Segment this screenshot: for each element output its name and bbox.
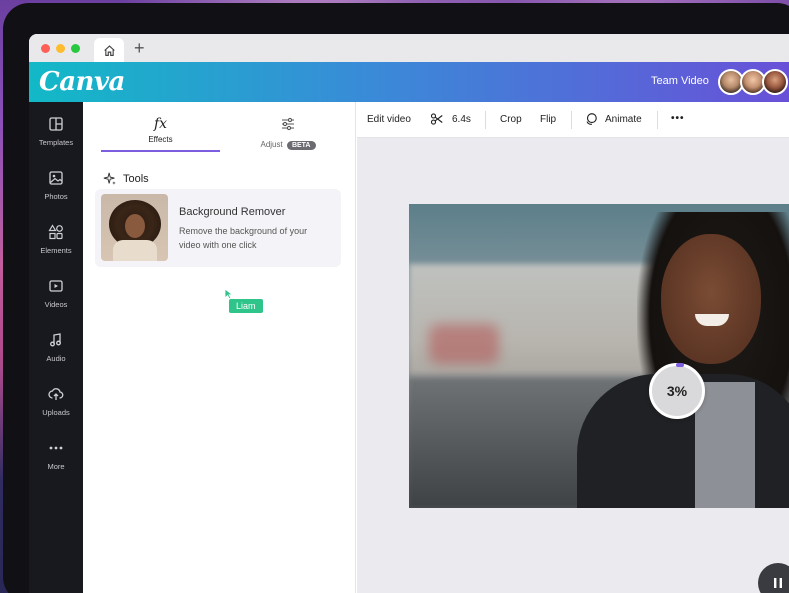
pause-icon xyxy=(774,578,782,588)
animate-icon xyxy=(586,113,597,125)
beta-badge: BETA xyxy=(286,141,316,150)
tool-name: Background Remover xyxy=(179,206,286,218)
audio-icon xyxy=(50,333,61,347)
thumbnail-shirt xyxy=(113,240,157,261)
pause-button[interactable] xyxy=(758,563,789,593)
close-window-button[interactable] xyxy=(41,43,50,53)
sidebar-item-photos[interactable]: Photos xyxy=(29,170,83,220)
video-subject-shirt xyxy=(695,382,755,508)
sidebar-item-uploads[interactable]: Uploads xyxy=(29,386,83,436)
minimize-window-button[interactable] xyxy=(56,43,65,53)
tab-label: Adjust xyxy=(260,140,283,149)
tab-label: Effects xyxy=(148,135,173,144)
animate-icon-button[interactable] xyxy=(584,112,598,129)
sparkle-icon xyxy=(103,172,116,185)
progress-arc xyxy=(676,363,684,367)
toolbar-divider xyxy=(485,111,486,129)
left-sidebar: Templates Photos Elements Videos Audio U… xyxy=(29,102,83,593)
project-title[interactable]: Team Video xyxy=(651,75,709,87)
toolbar-divider xyxy=(657,111,658,129)
tools-section-title: Tools xyxy=(103,172,149,186)
videos-icon xyxy=(49,280,63,292)
tab-effects[interactable]: fx Effects xyxy=(101,116,220,144)
browser-titlebar: + xyxy=(29,34,789,62)
new-tab-button[interactable]: + xyxy=(134,39,145,57)
toolbar-divider xyxy=(571,111,572,129)
tool-description: Remove the background of your video with… xyxy=(179,226,308,250)
sidebar-item-label: Templates xyxy=(38,138,74,147)
edit-video-button[interactable]: Edit video xyxy=(367,114,411,125)
sliders-icon xyxy=(282,117,294,131)
video-preview[interactable] xyxy=(409,204,789,508)
tab-adjust[interactable]: Adjust BETA xyxy=(233,116,343,150)
editor-toolbar: Edit video 6.4s Crop Flip Animate ••• xyxy=(357,102,789,138)
collaborator-cursor-tag: Liam xyxy=(228,298,264,314)
progress-percent: 3% xyxy=(666,383,688,399)
section-label: Tools xyxy=(123,173,149,185)
sidebar-item-elements[interactable]: Elements xyxy=(29,224,83,274)
thumbnail-face xyxy=(125,214,145,238)
maximize-window-button[interactable] xyxy=(71,43,80,53)
sidebar-item-label: Videos xyxy=(44,300,68,309)
more-icon xyxy=(49,446,63,450)
sidebar-item-label: Uploads xyxy=(42,408,70,417)
video-subject-face xyxy=(661,234,761,364)
photos-icon xyxy=(49,171,63,185)
sidebar-item-label: More xyxy=(47,462,65,471)
crop-button[interactable]: Crop xyxy=(500,114,522,125)
processing-progress-indicator: 3% xyxy=(649,363,705,419)
flip-button[interactable]: Flip xyxy=(540,114,556,125)
sidebar-item-label: Elements xyxy=(40,246,72,255)
sidebar-item-label: Photos xyxy=(44,192,68,201)
fx-icon: fx xyxy=(153,116,168,132)
canva-header: Canva Team Video xyxy=(29,62,789,102)
sidebar-item-videos[interactable]: Videos xyxy=(29,278,83,328)
animate-button[interactable]: Animate xyxy=(605,114,642,125)
sidebar-item-more[interactable]: More xyxy=(29,440,83,490)
video-background-car xyxy=(429,324,499,364)
scissors-icon xyxy=(430,113,443,125)
collaborator-avatars xyxy=(718,69,788,95)
uploads-icon xyxy=(48,388,64,400)
sidebar-item-audio[interactable]: Audio xyxy=(29,332,83,382)
effects-panel: fx Effects Adjust BETA Tools Background … xyxy=(83,102,356,593)
avatar[interactable] xyxy=(762,69,788,95)
canva-logo[interactable]: Canva xyxy=(39,67,125,97)
tool-thumbnail xyxy=(101,194,168,261)
active-tab-indicator xyxy=(101,150,220,152)
editor-canvas: 3% xyxy=(357,138,789,593)
more-options-button[interactable]: ••• xyxy=(671,113,685,124)
sidebar-item-templates[interactable]: Templates xyxy=(29,116,83,166)
duration-value[interactable]: 6.4s xyxy=(452,114,471,125)
home-tab[interactable] xyxy=(94,38,124,62)
sidebar-item-label: Audio xyxy=(46,354,66,363)
background-remover-card[interactable]: Background Remover Remove the background… xyxy=(95,189,341,267)
browser-window: + Canva Team Video Templates Photos Elem… xyxy=(29,34,789,593)
elements-icon xyxy=(48,224,63,240)
home-icon xyxy=(103,44,115,56)
scissors-button[interactable] xyxy=(430,112,444,129)
templates-icon xyxy=(49,117,63,131)
window-controls xyxy=(41,43,80,53)
